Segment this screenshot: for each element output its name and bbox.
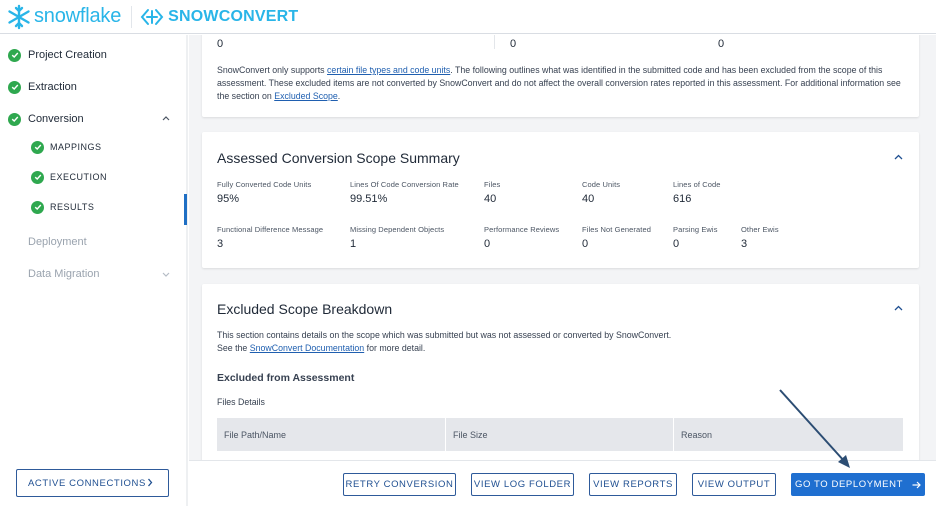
app-header: snowflake SNOWCONVERT: [0, 0, 936, 34]
sidebar-subitem-label: RESULTS: [50, 202, 95, 212]
stat-value: 0: [582, 238, 589, 250]
check-circle-icon: [8, 80, 21, 94]
supported-file-types-link[interactable]: certain file types and code units: [327, 65, 450, 75]
excluded-scope-link[interactable]: Excluded Scope: [274, 91, 338, 101]
view-reports-button[interactable]: VIEW REPORTS: [589, 473, 677, 496]
snowconvert-documentation-link[interactable]: SnowConvert Documentation: [250, 343, 364, 353]
sidebar-item-label: Data Migration: [28, 268, 100, 280]
header-divider: [131, 5, 133, 28]
notice-text: SnowConvert only supports: [217, 65, 328, 75]
sidebar-item-conversion[interactable]: Conversion: [8, 109, 84, 129]
chevron-down-icon: [162, 270, 170, 280]
column-divider: [494, 35, 495, 49]
stat-label: Fully Converted Code Units: [217, 180, 312, 189]
action-bar: RETRY CONVERSION VIEW LOG FOLDER VIEW RE…: [189, 460, 936, 506]
stat-value: 616: [673, 193, 692, 205]
column-header-reason[interactable]: Reason: [674, 418, 903, 451]
snowflake-icon: [8, 4, 30, 29]
retry-conversion-button[interactable]: RETRY CONVERSION: [343, 473, 456, 496]
chevron-up-icon[interactable]: [894, 152, 903, 163]
stat-label: Lines of Code: [673, 180, 721, 189]
snowflake-logo-text: snowflake: [34, 5, 122, 27]
chevron-right-icon: [147, 478, 153, 490]
files-details-label: Files Details: [217, 397, 265, 407]
sidebar-item-extraction[interactable]: Extraction: [8, 77, 77, 97]
sidebar-item-label: Extraction: [28, 81, 77, 93]
sidebar-subitem-label: EXECUTION: [50, 172, 108, 182]
chevron-up-icon[interactable]: [894, 303, 903, 314]
snowconvert-logo: SNOWCONVERT: [140, 7, 298, 27]
stat-label: Lines Of Code Conversion Rate: [350, 180, 459, 189]
sidebar-subitem-label: MAPPINGS: [50, 142, 102, 152]
chevron-up-icon[interactable]: [162, 113, 170, 123]
sidebar-item-deployment: Deployment: [28, 232, 87, 252]
stat-value: 0: [673, 238, 680, 250]
column-header-file-size[interactable]: File Size: [446, 418, 674, 451]
files-table-header: File Path/Name File Size Reason: [217, 418, 903, 451]
stat-value: 1: [350, 238, 357, 250]
stat-value: 99.51%: [350, 193, 388, 205]
sidebar-item-project-creation[interactable]: Project Creation: [8, 45, 107, 65]
stat-value: 40: [582, 193, 595, 205]
go-to-deployment-label: GO TO DEPLOYMENT: [795, 479, 903, 490]
notice-text: .: [337, 91, 341, 101]
sidebar-subitem-results[interactable]: RESULTS: [31, 198, 94, 216]
snowconvert-icon: [140, 8, 164, 25]
stat-value: 0: [484, 238, 491, 250]
sidebar-item-label: Deployment: [28, 236, 87, 248]
stat-label: Other Ewis: [741, 225, 779, 234]
sidebar-item-label: Conversion: [28, 113, 84, 125]
excluded-value: 0: [217, 38, 224, 50]
active-indicator: [184, 194, 187, 225]
view-output-button[interactable]: VIEW OUTPUT: [692, 473, 776, 496]
description-line: See the SnowConvert Documentation for mo…: [217, 342, 907, 355]
view-log-folder-button[interactable]: VIEW LOG FOLDER: [471, 473, 574, 496]
stat-value: 95%: [217, 193, 240, 205]
arrow-right-icon: [912, 481, 921, 489]
go-to-deployment-button[interactable]: GO TO DEPLOYMENT: [791, 473, 925, 496]
column-header-file-path[interactable]: File Path/Name: [217, 418, 446, 451]
sidebar-scroll-track: [186, 35, 188, 506]
scope-notice-text: SnowConvert only supports certain file t…: [217, 64, 907, 103]
subsection-heading: Excluded from Assessment: [217, 372, 355, 384]
stat-value: 40: [484, 193, 497, 205]
stat-label: Performance Reviews: [484, 225, 560, 234]
check-circle-icon: [31, 140, 44, 154]
description-text: See the: [217, 343, 250, 353]
sidebar-item-label: Project Creation: [28, 49, 107, 61]
description-text: for more detail.: [364, 343, 426, 353]
excluded-value: 0: [510, 38, 517, 50]
section-description: This section contains details on the sco…: [217, 329, 907, 355]
check-circle-icon: [8, 48, 21, 62]
check-circle-icon: [31, 200, 44, 214]
stat-value: 3: [217, 238, 224, 250]
check-circle-icon: [31, 170, 44, 184]
assessed-summary-card: Assessed Conversion Scope Summary Fully …: [202, 132, 919, 268]
stat-label: Missing Dependent Objects: [350, 225, 445, 234]
stat-label: Files Not Generated: [582, 225, 652, 234]
stat-label: Parsing Ewis: [673, 225, 718, 234]
stat-value: 3: [741, 238, 748, 250]
sidebar-subitem-execution[interactable]: EXECUTION: [31, 168, 107, 186]
stat-label: Code Units: [582, 180, 621, 189]
section-title: Excluded Scope Breakdown: [217, 301, 393, 317]
active-connections-button[interactable]: ACTIVE CONNECTIONS: [16, 469, 169, 497]
stat-label: Functional Difference Message: [217, 225, 324, 234]
excluded-summary-card: 0 0 0 SnowConvert only supports certain …: [202, 35, 919, 117]
sidebar-subitem-mappings[interactable]: MAPPINGS: [31, 138, 102, 156]
sidebar-item-data-migration: Data Migration: [28, 264, 100, 284]
sidebar: Project Creation Extraction Conversion M…: [0, 35, 188, 506]
description-line: This section contains details on the sco…: [217, 330, 672, 340]
stat-label: Files: [484, 180, 501, 189]
main-content: 0 0 0 SnowConvert only supports certain …: [189, 35, 936, 506]
active-connections-label: ACTIVE CONNECTIONS: [28, 477, 146, 489]
check-circle-icon: [8, 112, 21, 126]
snowconvert-logo-text: SNOWCONVERT: [168, 7, 299, 25]
snowflake-logo: snowflake: [6, 4, 121, 30]
section-title: Assessed Conversion Scope Summary: [217, 150, 460, 166]
excluded-value: 0: [718, 38, 725, 50]
